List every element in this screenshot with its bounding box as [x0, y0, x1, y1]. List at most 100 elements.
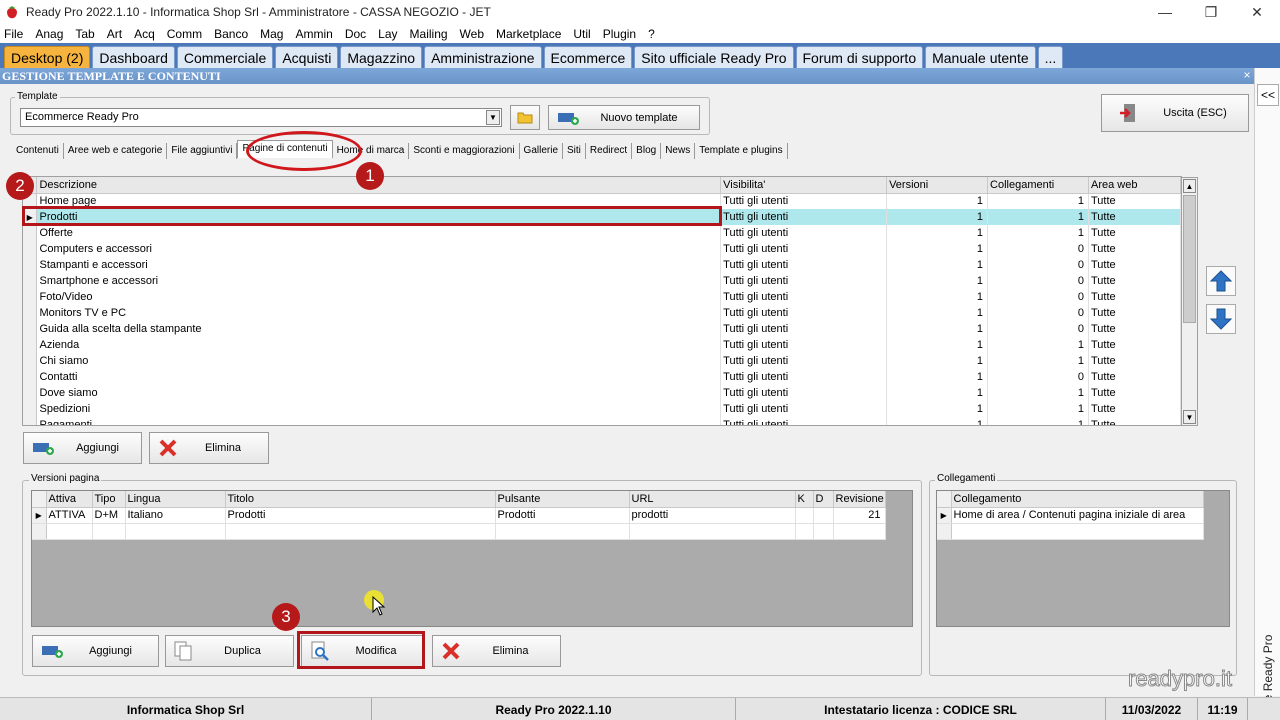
- template-select[interactable]: Ecommerce Ready Pro ▼: [20, 108, 502, 127]
- delete-page-label: Elimina: [204, 442, 242, 454]
- duplicate-version-button[interactable]: Duplica: [165, 635, 294, 667]
- move-up-button[interactable]: [1206, 266, 1236, 296]
- menu-util[interactable]: Util: [573, 27, 590, 41]
- subtab-blog[interactable]: Blog: [632, 143, 662, 159]
- subtab-redirect[interactable]: Redirect: [586, 143, 633, 159]
- scroll-up-icon[interactable]: ▲: [1183, 179, 1196, 193]
- table-row[interactable]: Chi siamo Tutti gli utenti 1 1 Tutte: [23, 353, 1181, 369]
- minimize-button[interactable]: —: [1142, 0, 1188, 24]
- table-row[interactable]: Dove siamo Tutti gli utenti 1 1 Tutte: [23, 385, 1181, 401]
- row-indicator: [23, 353, 38, 369]
- menu-lay[interactable]: Lay: [378, 27, 397, 41]
- tab-manuale[interactable]: Manuale utente: [925, 46, 1036, 68]
- row-pointer-icon: ▶: [32, 507, 47, 524]
- page-area-web: Tutte: [1088, 257, 1181, 273]
- col-titolo[interactable]: Titolo: [225, 491, 496, 508]
- subtab-siti[interactable]: Siti: [563, 143, 586, 159]
- col-lingua[interactable]: Lingua: [125, 491, 226, 508]
- table-row[interactable]: ▶ Home di area / Contenuti pagina inizia…: [937, 507, 1204, 524]
- delete-page-button[interactable]: Elimina: [149, 432, 269, 464]
- tab-amministrazione[interactable]: Amministrazione: [424, 46, 542, 68]
- versions-grid[interactable]: Attiva Tipo Lingua Titolo Pulsante URL K…: [31, 490, 913, 627]
- table-row[interactable]: Foto/Video Tutti gli utenti 1 0 Tutte: [23, 289, 1181, 305]
- col-tipo[interactable]: Tipo: [92, 491, 126, 508]
- close-window-button[interactable]: ✕: [1234, 0, 1280, 24]
- col-attiva[interactable]: Attiva: [46, 491, 93, 508]
- col-area-web[interactable]: Area web: [1088, 177, 1181, 194]
- subtab-contenuti[interactable]: Contenuti: [12, 143, 64, 159]
- menu-web[interactable]: Web: [460, 27, 484, 41]
- menu-plugin[interactable]: Plugin: [603, 27, 636, 41]
- links-grid[interactable]: Collegamento ▶ Home di area / Contenuti …: [936, 490, 1230, 627]
- add-version-button[interactable]: Aggiungi: [32, 635, 159, 667]
- tab-sito-ufficiale[interactable]: Sito ufficiale Ready Pro: [634, 46, 794, 68]
- menu-file[interactable]: File: [4, 27, 23, 41]
- menu-help[interactable]: ?: [648, 27, 655, 41]
- tab-commerciale[interactable]: Commerciale: [176, 46, 274, 68]
- col-visibilita[interactable]: Visibilita': [720, 177, 888, 194]
- menu-acq[interactable]: Acq: [134, 27, 155, 41]
- menu-marketplace[interactable]: Marketplace: [496, 27, 561, 41]
- pages-scrollbar[interactable]: ▲ ▼: [1181, 177, 1198, 426]
- table-row[interactable]: ▶ ATTIVA D+M Italiano Prodotti Prodotti …: [32, 507, 886, 524]
- tab-more[interactable]: ...: [1037, 46, 1064, 68]
- table-row[interactable]: Pagamenti Tutti gli utenti 1 1 Tutte: [23, 417, 1181, 425]
- col-versioni[interactable]: Versioni: [886, 177, 989, 194]
- menu-tab[interactable]: Tab: [75, 27, 94, 41]
- table-row[interactable]: Stampanti e accessori Tutti gli utenti 1 0 T…: [23, 257, 1181, 273]
- table-row[interactable]: Offerte Tutti gli utenti 1 1 Tutte: [23, 225, 1181, 241]
- menu-mailing[interactable]: Mailing: [410, 27, 448, 41]
- annotation-ring-tab: [246, 131, 362, 171]
- restore-button[interactable]: ❐: [1188, 0, 1234, 24]
- menu-banco[interactable]: Banco: [214, 27, 248, 41]
- tab-acquisti[interactable]: Acquisti: [275, 46, 339, 68]
- move-down-button[interactable]: [1206, 304, 1236, 334]
- table-row[interactable]: Computers e accessori Tutti gli utenti 1 0 T…: [23, 241, 1181, 257]
- table-row[interactable]: Smartphone e accessori Tutti gli utenti 1 0…: [23, 273, 1181, 289]
- delete-version-button[interactable]: Elimina: [432, 635, 561, 667]
- collapse-sidebar-button[interactable]: <<: [1257, 84, 1279, 106]
- col-pulsante[interactable]: Pulsante: [495, 491, 630, 508]
- col-url[interactable]: URL: [629, 491, 796, 508]
- assistant-sidebar: << Assistente Ready Pro: [1254, 68, 1280, 720]
- menu-ammin[interactable]: Ammin: [295, 27, 332, 41]
- empty-new-row[interactable]: [937, 523, 1204, 540]
- subtab-gallerie[interactable]: Gallerie: [520, 143, 564, 159]
- subtab-template-plugins[interactable]: Template e plugins: [695, 143, 788, 159]
- col-collegamento[interactable]: Collegamento: [951, 491, 1204, 508]
- exit-button[interactable]: Uscita (ESC): [1101, 94, 1249, 132]
- menu-art[interactable]: Art: [107, 27, 122, 41]
- scroll-thumb[interactable]: [1183, 195, 1196, 323]
- page-collegamenti: 1: [987, 225, 1089, 241]
- table-row[interactable]: Monitors TV e PC Tutti gli utenti 1 0 Tutte: [23, 305, 1181, 321]
- chevron-down-icon[interactable]: ▼: [486, 110, 500, 125]
- subtab-aree-web[interactable]: Aree web e categorie: [64, 143, 168, 159]
- menu-comm[interactable]: Comm: [167, 27, 202, 41]
- scroll-down-icon[interactable]: ▼: [1183, 410, 1196, 424]
- new-template-button[interactable]: Nuovo template: [548, 105, 700, 130]
- table-row[interactable]: Spedizioni Tutti gli utenti 1 1 Tutte: [23, 401, 1181, 417]
- empty-new-row[interactable]: [32, 523, 886, 540]
- table-row[interactable]: Guida alla scelta della stampante Tutti g…: [23, 321, 1181, 337]
- menu-doc[interactable]: Doc: [345, 27, 366, 41]
- tab-ecommerce[interactable]: Ecommerce: [543, 46, 633, 68]
- subtab-sconti[interactable]: Sconti e maggiorazioni: [409, 143, 520, 159]
- tab-forum[interactable]: Forum di supporto: [795, 46, 924, 68]
- open-folder-button[interactable]: [510, 105, 540, 130]
- col-d[interactable]: D: [813, 491, 834, 508]
- tab-dashboard[interactable]: Dashboard: [92, 46, 175, 68]
- subtab-file-aggiuntivi[interactable]: File aggiuntivi: [167, 143, 238, 159]
- page-visibilita: Tutti gli utenti: [720, 401, 888, 417]
- section-close-icon[interactable]: ×: [1240, 68, 1254, 82]
- tab-desktop[interactable]: Desktop (2): [4, 46, 91, 68]
- tab-magazzino[interactable]: Magazzino: [340, 46, 423, 68]
- col-k[interactable]: K: [795, 491, 814, 508]
- add-page-button[interactable]: Aggiungi: [23, 432, 142, 464]
- subtab-news[interactable]: News: [661, 143, 696, 159]
- table-row[interactable]: Contatti Tutti gli utenti 1 0 Tutte: [23, 369, 1181, 385]
- table-row[interactable]: Azienda Tutti gli utenti 1 1 Tutte: [23, 337, 1181, 353]
- col-collegamenti[interactable]: Collegamenti: [987, 177, 1089, 194]
- col-revisione[interactable]: Revisione: [833, 491, 886, 508]
- menu-mag[interactable]: Mag: [260, 27, 283, 41]
- menu-anag[interactable]: Anag: [35, 27, 63, 41]
